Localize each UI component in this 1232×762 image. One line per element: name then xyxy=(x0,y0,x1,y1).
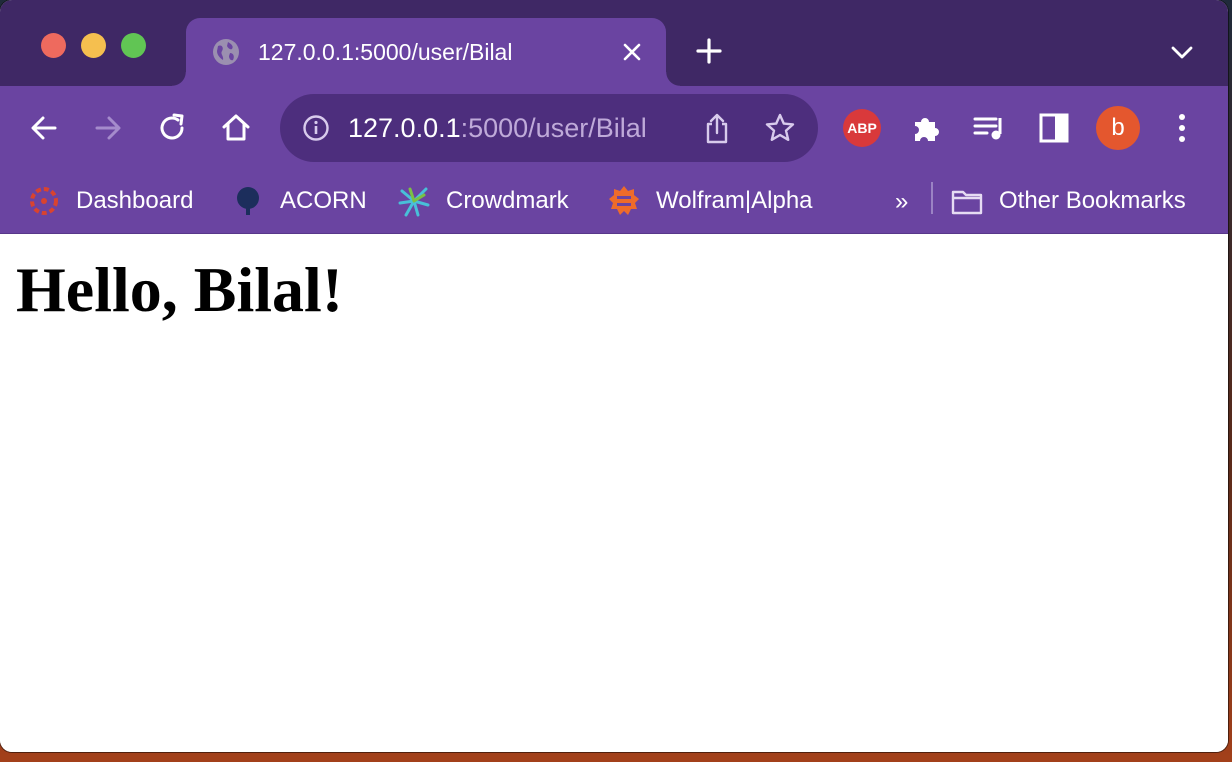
fullscreen-window-button[interactable] xyxy=(121,33,146,58)
bookmarks-divider xyxy=(931,182,933,214)
chevron-down-icon[interactable] xyxy=(1168,40,1196,64)
forward-arrow-icon[interactable] xyxy=(90,110,126,146)
close-window-button[interactable] xyxy=(41,33,66,58)
new-tab-plus-icon[interactable] xyxy=(694,36,724,66)
extensions-puzzle-icon[interactable] xyxy=(908,110,944,146)
bookmark-label: Crowdmark xyxy=(446,187,569,214)
back-arrow-icon[interactable] xyxy=(26,110,62,146)
url-host: 127.0.0.1 xyxy=(348,113,461,143)
url-path: :5000/user/Bilal xyxy=(460,113,647,143)
info-icon[interactable] xyxy=(302,114,330,142)
bookmark-dashboard[interactable]: Dashboard xyxy=(28,184,193,218)
wolfram-icon xyxy=(609,186,639,215)
share-icon[interactable] xyxy=(702,113,732,145)
adblock-extension-icon[interactable]: ABP xyxy=(843,109,881,147)
bookmark-crowdmark[interactable]: Crowdmark xyxy=(398,184,569,218)
profile-avatar[interactable]: b xyxy=(1096,106,1140,150)
page-content: Hello, Bilal! xyxy=(0,235,1228,752)
canvas-icon xyxy=(30,187,58,215)
home-icon[interactable] xyxy=(218,110,254,146)
close-icon[interactable] xyxy=(620,40,644,64)
bookmarks-overflow-button[interactable]: » xyxy=(895,188,908,216)
minimize-window-button[interactable] xyxy=(81,33,106,58)
tab-strip: 127.0.0.1:5000/user/Bilal xyxy=(0,0,1228,86)
bookmarks-bar: Dashboard ACORN Crowdmark Wolfram|Alpha xyxy=(0,170,1228,234)
tab-title: 127.0.0.1:5000/user/Bilal xyxy=(258,39,513,65)
crowdmark-icon xyxy=(398,187,430,217)
url-text[interactable]: 127.0.0.1:5000/user/Bilal xyxy=(348,111,647,145)
toolbar: 127.0.0.1:5000/user/Bilal ABP b xyxy=(0,86,1228,170)
bookmark-wolfram-alpha[interactable]: Wolfram|Alpha xyxy=(608,184,813,218)
media-queue-icon[interactable] xyxy=(972,110,1008,146)
bookmark-label: ACORN xyxy=(280,187,367,214)
reload-icon[interactable] xyxy=(154,110,190,146)
tree-icon xyxy=(237,187,259,215)
address-bar[interactable]: 127.0.0.1:5000/user/Bilal xyxy=(280,94,818,162)
bookmark-acorn[interactable]: ACORN xyxy=(232,184,367,218)
bookmark-other-bookmarks[interactable]: Other Bookmarks xyxy=(951,184,1186,218)
bookmark-label: Other Bookmarks xyxy=(999,187,1186,214)
folder-icon xyxy=(951,190,983,215)
page-heading: Hello, Bilal! xyxy=(16,254,344,325)
side-panel-icon[interactable] xyxy=(1036,110,1072,146)
browser-window: 127.0.0.1:5000/user/Bilal 127.0.0.1:5000… xyxy=(0,0,1228,752)
globe-icon xyxy=(213,39,239,65)
bookmark-label: Dashboard xyxy=(76,187,194,214)
bookmark-label: Wolfram|Alpha xyxy=(656,187,813,214)
tab-active[interactable]: 127.0.0.1:5000/user/Bilal xyxy=(172,18,680,86)
bookmark-star-icon[interactable] xyxy=(764,112,796,144)
more-menu-icon[interactable] xyxy=(1164,110,1200,146)
